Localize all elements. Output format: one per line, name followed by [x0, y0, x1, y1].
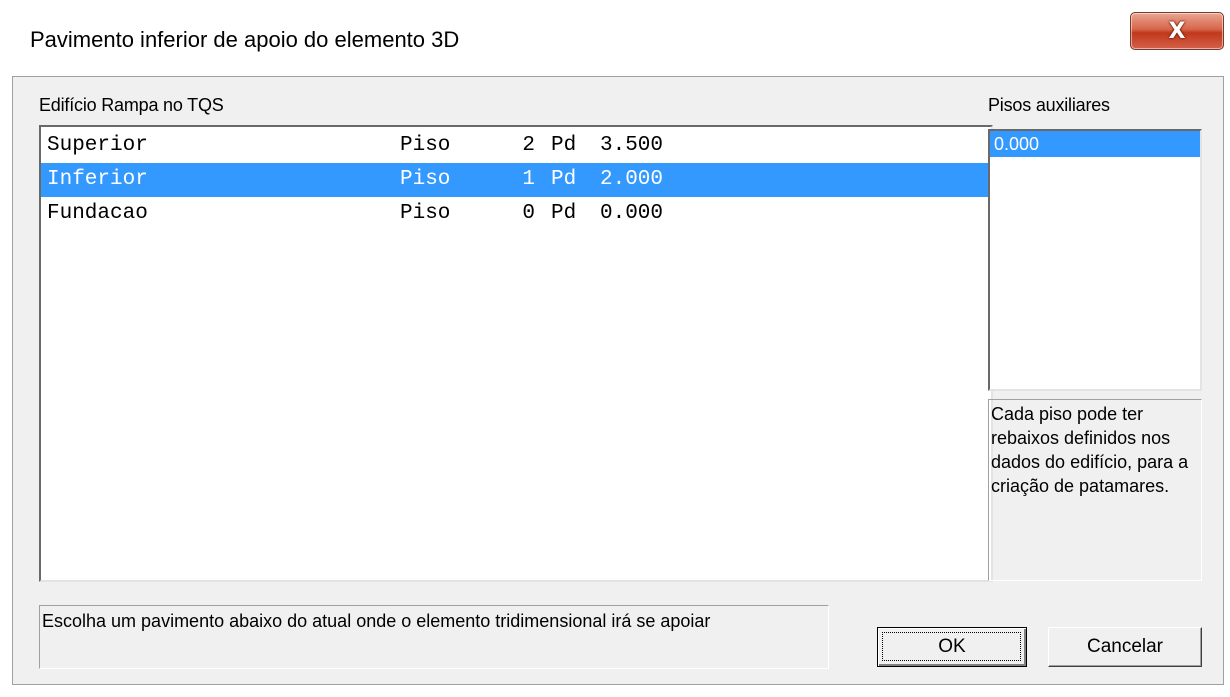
floor-type: Piso [400, 202, 451, 225]
floor-height: 2.000 [600, 168, 664, 191]
dialog-window: Pavimento inferior de apoio do elemento … [0, 0, 1230, 697]
floor-pd-label: Pd [551, 168, 577, 191]
aux-floors-list[interactable]: 0.000 [988, 129, 1202, 391]
floor-row-inferior[interactable]: Inferior Piso 1 Pd 2.000 [41, 163, 991, 197]
status-text: Escolha um pavimento abaixo do atual ond… [39, 605, 829, 669]
floor-height: 0.000 [600, 202, 664, 225]
focus-rect [882, 632, 1021, 661]
floor-type: Piso [400, 168, 451, 191]
close-button[interactable]: X [1130, 12, 1224, 50]
dialog-client-area: Edifício Rampa no TQS Superior Piso 2 Pd… [12, 76, 1224, 685]
floor-number: 0 [522, 202, 535, 225]
floor-row-superior[interactable]: Superior Piso 2 Pd 3.500 [41, 129, 991, 163]
floor-height: 3.500 [600, 134, 664, 157]
aux-floors-label: Pisos auxiliares [988, 95, 1110, 115]
floor-row-fundacao[interactable]: Fundacao Piso 0 Pd 0.000 [41, 197, 991, 231]
aux-floor-item[interactable]: 0.000 [990, 131, 1200, 157]
building-list-label: Edifício Rampa no TQS [39, 95, 224, 115]
close-icon: X [1168, 18, 1186, 44]
title-bar[interactable]: Pavimento inferior de apoio do elemento … [0, 0, 1230, 75]
floor-name: Inferior [47, 168, 148, 191]
floor-number: 1 [522, 168, 535, 191]
floor-name: Superior [47, 134, 148, 157]
window-title: Pavimento inferior de apoio do elemento … [30, 27, 460, 52]
ok-button[interactable]: OK [877, 627, 1027, 667]
floor-pd-label: Pd [551, 134, 577, 157]
floor-name: Fundacao [47, 202, 148, 225]
floor-list[interactable]: Superior Piso 2 Pd 3.500 Inferior Piso 1… [39, 125, 993, 582]
floor-number: 2 [522, 134, 535, 157]
info-text: Cada piso pode ter rebaixos definidos no… [988, 399, 1202, 581]
cancel-label: Cancelar [1086, 636, 1164, 657]
floor-type: Piso [400, 134, 451, 157]
floor-pd-label: Pd [551, 202, 577, 225]
cancel-button[interactable]: Cancelar [1048, 627, 1202, 667]
